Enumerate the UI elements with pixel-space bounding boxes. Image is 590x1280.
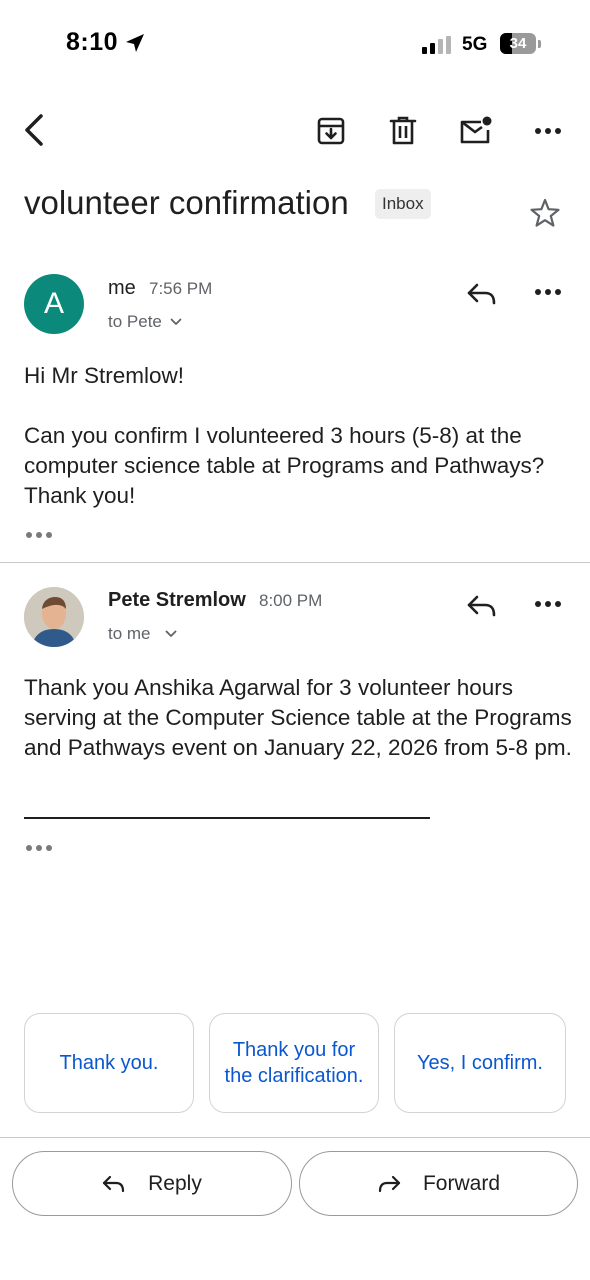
- avatar[interactable]: [24, 587, 84, 647]
- message-time: 7:56 PM: [149, 279, 213, 298]
- message-more-button[interactable]: [526, 272, 570, 312]
- location-arrow-icon: [126, 34, 144, 52]
- reply-button[interactable]: Reply: [12, 1151, 292, 1216]
- email-subject: volunteer confirmation: [24, 184, 349, 221]
- dot: [46, 845, 52, 851]
- message-more-button[interactable]: [526, 584, 570, 624]
- reply-label: Reply: [148, 1171, 202, 1195]
- archive-button[interactable]: [310, 110, 352, 152]
- recipient-label: to me: [108, 624, 151, 643]
- reply-icon: [103, 1175, 125, 1192]
- star-outline-icon: [530, 198, 560, 227]
- delete-button[interactable]: [382, 110, 424, 152]
- back-arrow-icon: [25, 114, 43, 146]
- smart-reply-chip[interactable]: Thank you.: [24, 1013, 194, 1113]
- recipient-details-toggle[interactable]: to Pete: [108, 312, 182, 332]
- message-divider: [0, 562, 590, 563]
- actions-divider: [0, 1137, 590, 1138]
- dot: [36, 532, 42, 538]
- status-time: 8:10: [66, 28, 119, 56]
- forward-icon: [378, 1175, 401, 1192]
- back-button[interactable]: [14, 108, 54, 152]
- sender-name: Pete Stremlow: [108, 589, 246, 611]
- more-horizontal-icon: [535, 128, 561, 134]
- dot: [26, 845, 32, 851]
- more-horizontal-icon: [535, 289, 561, 295]
- message-greeting: Hi Mr Stremlow!: [24, 363, 185, 388]
- battery-cap: [538, 40, 541, 48]
- smart-reply-chip[interactable]: Yes, I confirm.: [394, 1013, 566, 1113]
- profile-photo: [24, 587, 84, 647]
- more-options-button[interactable]: [526, 110, 570, 152]
- forward-button[interactable]: Forward: [299, 1151, 578, 1216]
- smart-reply-chip[interactable]: Thank you for the clarification.: [209, 1013, 379, 1113]
- dot: [46, 532, 52, 538]
- message-reply-button[interactable]: [462, 586, 502, 626]
- show-trimmed-content-button[interactable]: [26, 840, 56, 856]
- forward-label: Forward: [422, 1171, 501, 1195]
- cellular-signal-icon: [422, 36, 451, 54]
- battery-level: 34: [509, 35, 527, 52]
- battery-icon: 34: [500, 33, 536, 54]
- show-trimmed-content-button[interactable]: [26, 527, 56, 543]
- mark-unread-button[interactable]: [454, 110, 498, 152]
- dot: [36, 845, 42, 851]
- dot: [26, 532, 32, 538]
- recipient-details-toggle[interactable]: to me: [108, 624, 177, 644]
- message-body: Thank you Anshika Agarwal for 3 voluntee…: [24, 675, 572, 760]
- reply-icon: [467, 283, 496, 305]
- message-time: 8:00 PM: [259, 591, 323, 610]
- signature-separator: [24, 817, 430, 819]
- sender-name: me: [108, 277, 136, 299]
- archive-icon: [317, 117, 345, 145]
- chevron-down-icon: [170, 318, 182, 325]
- message-body: Can you confirm I volunteered 3 hours (5…: [24, 423, 545, 508]
- network-type: 5G: [462, 34, 488, 55]
- message-reply-button[interactable]: [462, 274, 502, 314]
- more-horizontal-icon: [535, 601, 561, 607]
- chevron-down-icon: [165, 630, 176, 637]
- star-button[interactable]: [524, 192, 566, 234]
- avatar[interactable]: A: [24, 274, 84, 334]
- recipient-label: to Pete: [108, 312, 162, 331]
- reply-icon: [467, 595, 496, 617]
- trash-icon: [389, 116, 417, 145]
- label-chip-inbox[interactable]: Inbox: [375, 189, 431, 219]
- mark-unread-icon: [460, 116, 492, 144]
